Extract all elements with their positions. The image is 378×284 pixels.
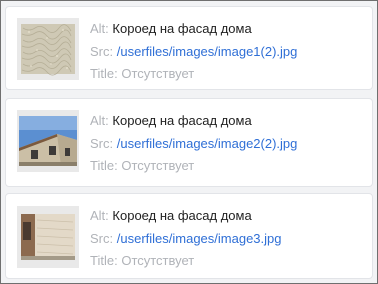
title-label: Title: [90,253,118,268]
title-label: Title: [90,158,118,173]
src-row: Src: /userfiles/images/image1(2).jpg [90,41,297,64]
image-list-panel: Alt: Короед на фасад дома Src: /userfile… [0,0,378,284]
image-thumbnail[interactable] [17,110,79,172]
stucco-texture-image [17,18,79,80]
house-facade-image [17,110,79,172]
alt-value: Короед на фасад дома [112,208,252,223]
src-link[interactable]: /userfiles/images/image1(2).jpg [117,44,298,59]
src-row: Src: /userfiles/images/image3.jpg [90,228,282,251]
title-row: Title: Отсутствует [90,250,282,273]
image-meta: Alt: Короед на фасад дома Src: /userfile… [90,205,282,273]
title-value: Отсутствует [121,253,195,268]
title-label: Title: [90,66,118,81]
alt-label: Alt: [90,21,109,36]
src-link[interactable]: /userfiles/images/image2(2).jpg [117,136,298,151]
image-meta: Alt: Короед на фасад дома Src: /userfile… [90,110,297,178]
title-row: Title: Отсутствует [90,63,297,86]
image-card[interactable]: Alt: Короед на фасад дома Src: /userfile… [5,193,373,279]
src-label: Src: [90,135,114,151]
title-value: Отсутствует [121,66,195,81]
src-label: Src: [90,43,114,59]
title-value: Отсутствует [121,158,195,173]
src-link[interactable]: /userfiles/images/image3.jpg [117,231,282,246]
image-thumbnail[interactable] [17,18,79,80]
alt-label: Alt: [90,208,109,223]
src-label: Src: [90,230,114,246]
alt-row: Alt: Короед на фасад дома [90,18,297,41]
alt-value: Короед на фасад дома [112,113,252,128]
alt-label: Alt: [90,113,109,128]
alt-row: Alt: Короед на фасад дома [90,110,297,133]
alt-value: Короед на фасад дома [112,21,252,36]
image-card[interactable]: Alt: Короед на фасад дома Src: /userfile… [5,6,373,90]
image-meta: Alt: Короед на фасад дома Src: /userfile… [90,18,297,86]
title-row: Title: Отсутствует [90,155,297,178]
alt-row: Alt: Короед на фасад дома [90,205,282,228]
image-card[interactable]: Alt: Короед на фасад дома Src: /userfile… [5,98,373,187]
facade-wall-image [17,206,79,268]
src-row: Src: /userfiles/images/image2(2).jpg [90,133,297,156]
image-thumbnail[interactable] [17,206,79,268]
